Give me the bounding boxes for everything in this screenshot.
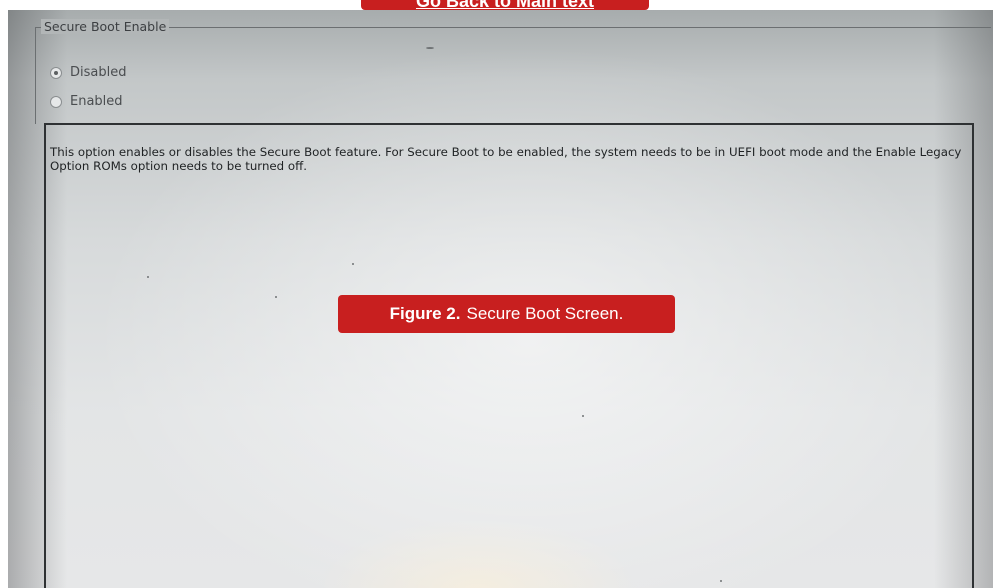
radio-unselected-icon[interactable] [50,95,62,108]
screen-speck [147,276,149,278]
screen-speck [426,47,434,49]
option-enabled[interactable]: Enabled [50,94,123,109]
groupbox-title: Secure Boot Enable [41,19,170,34]
secure-boot-groupbox: Secure Boot Enable Disabled Enabled [35,19,991,124]
go-back-link[interactable]: Go Back to Main text [361,0,649,10]
screen-speck [720,580,722,582]
option-enabled-label: Enabled [70,94,123,109]
figure-caption-label: Figure 2. [389,304,461,323]
figure-caption-text: Secure Boot Screen. [466,304,624,323]
radio-selected-icon[interactable] [50,66,62,79]
figure-caption: Figure 2. Secure Boot Screen. [338,295,675,333]
screen-speck [275,296,277,298]
help-description-panel: This option enables or disables the Secu… [44,123,974,588]
screen-speck [352,263,354,265]
option-disabled-label: Disabled [70,65,127,80]
help-text: This option enables or disables the Secu… [50,145,962,173]
screen-speck [582,415,584,417]
option-disabled[interactable]: Disabled [50,65,126,80]
